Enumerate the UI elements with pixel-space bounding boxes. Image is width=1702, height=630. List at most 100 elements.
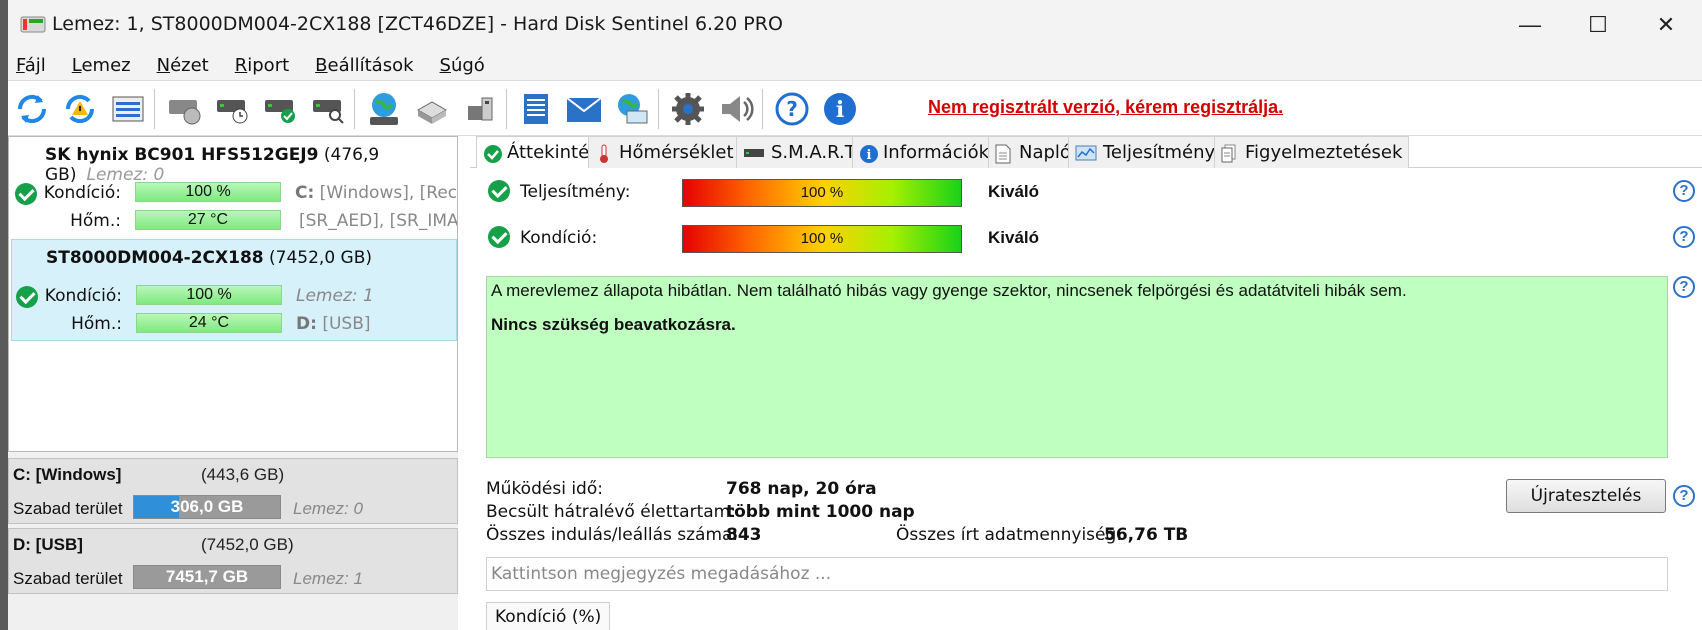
toolbar-separator <box>354 89 355 129</box>
volume-item-0[interactable]: C: [Windows] (443,6 GB) Szabad terület 3… <box>8 458 458 524</box>
external-drive-icon[interactable] <box>412 87 452 131</box>
maximize-button[interactable]: ☐ <box>1568 0 1628 50</box>
toolbar-separator <box>506 89 507 129</box>
refresh-icon[interactable] <box>12 87 52 131</box>
performance-bar: 100 % <box>682 179 962 207</box>
usb-drive-icon[interactable] <box>460 87 500 131</box>
disk-name: ST8000DM004-2CX188 (7452,0 GB) <box>46 248 373 268</box>
volume-size: (7452,0 GB) <box>201 535 294 554</box>
window-title: Lemez: 1, ST8000DM004-2CX188 [ZCT46DZE] … <box>52 13 783 35</box>
disk-search-icon[interactable] <box>308 87 348 131</box>
tab-figyelmeztetesek[interactable]: Figyelmeztetések <box>1214 136 1410 168</box>
partitions-info-2: [SR_AED], [SR_IMAG <box>299 211 457 231</box>
notepad-icon[interactable] <box>516 87 556 131</box>
tab-attekintes[interactable]: Áttekintés <box>476 136 606 168</box>
disk-item-1[interactable]: ST8000DM004-2CX188 (7452,0 GB) Kondíció:… <box>11 239 457 341</box>
app-icon <box>20 16 46 33</box>
right-pane: Áttekintés Hőmérséklet S.M.A.R.T. i Info… <box>470 136 1702 630</box>
status-description: A merevlemez állapota hibátlan. Nem talá… <box>486 276 1668 458</box>
uptime-label: Működési idő: <box>486 479 603 499</box>
partitions-info: D: [USB] <box>296 314 371 334</box>
condition-bar: 100 % <box>682 225 962 253</box>
thermometer-icon <box>595 144 613 163</box>
disk-name: SK hynix BC901 HFS512GEJ9 (476,9 GB) Leme… <box>45 145 380 185</box>
close-button[interactable]: ✕ <box>1636 0 1696 50</box>
help-icon[interactable]: ? <box>1673 226 1695 248</box>
tab-bar: Áttekintés Hőmérséklet S.M.A.R.T. i Info… <box>470 136 1702 168</box>
written-label: Összes írt adatmennyiség: <box>896 525 1122 545</box>
condition-bar: 100 % <box>136 285 282 305</box>
disk-ok-icon[interactable] <box>260 87 300 131</box>
chart-icon <box>1075 144 1097 162</box>
app-window: Lemez: 1, ST8000DM004-2CX188 [ZCT46DZE] … <box>8 0 1702 630</box>
refresh-warning-icon[interactable] <box>60 87 100 131</box>
title-bar: Lemez: 1, ST8000DM004-2CX188 [ZCT46DZE] … <box>8 0 1702 50</box>
network-globe-icon[interactable] <box>364 87 404 131</box>
tab-smart[interactable]: S.M.A.R.T. <box>736 136 867 168</box>
toolbar-separator <box>154 89 155 129</box>
svg-text:i: i <box>867 148 872 163</box>
help-icon[interactable]: ? <box>1673 180 1695 202</box>
toolbar-separator <box>658 89 659 129</box>
info-icon: i <box>859 144 878 163</box>
condition-chart-tab[interactable]: Kondíció (%) <box>486 602 611 630</box>
warnings-icon <box>1221 144 1239 162</box>
menu-sugo[interactable]: Súgó <box>440 55 485 76</box>
volume-disk: Lemez: 1 <box>293 569 363 588</box>
info-icon[interactable]: i <box>820 87 860 131</box>
free-space-bar: 306,0 GB <box>133 495 281 519</box>
note-input[interactable]: Kattintson megjegyzés megadásához ... <box>486 557 1668 591</box>
help-icon[interactable]: ? <box>1673 485 1695 507</box>
disk-surface-icon[interactable] <box>164 87 204 131</box>
free-space-label: Szabad terület <box>13 569 123 588</box>
retest-button[interactable]: Újratesztelés <box>1506 479 1666 513</box>
menu-lemez[interactable]: Lemez <box>72 55 131 76</box>
menu-riport[interactable]: Riport <box>235 55 289 76</box>
document-icon <box>995 144 1013 163</box>
check-icon <box>483 144 502 163</box>
performance-rating: Kiváló <box>988 182 1040 201</box>
drive-icon <box>743 144 765 162</box>
condition-bar: 100 % <box>135 182 281 202</box>
lifetime-value: több mint 1000 nap <box>726 502 915 522</box>
free-space-label: Szabad terület <box>13 499 123 518</box>
tab-informaciok[interactable]: i Információk <box>852 136 997 168</box>
disk-list: SK hynix BC901 HFS512GEJ9 (476,9 GB) Leme… <box>8 136 458 452</box>
left-pane: SK hynix BC901 HFS512GEJ9 (476,9 GB) Leme… <box>8 136 458 630</box>
menu-nezet[interactable]: Nézet <box>157 55 209 76</box>
partitions-info: C: [Windows], [Reco <box>295 183 457 203</box>
toolbar-separator <box>762 89 763 129</box>
performance-ok-icon <box>488 180 510 202</box>
gear-icon[interactable] <box>668 87 708 131</box>
toolbar: ? i Nem regisztrált verzió, kérem regisz… <box>8 80 1702 136</box>
report-icon[interactable] <box>108 87 148 131</box>
volume-name: D: [USB] <box>13 535 83 554</box>
volume-size: (443,6 GB) <box>201 465 285 484</box>
startstop-value: 843 <box>726 525 762 545</box>
help-icon[interactable]: ? <box>1673 276 1695 298</box>
condition-label: Kondíció: <box>44 286 122 306</box>
menu-beallitasok[interactable]: Beállítások <box>315 55 413 76</box>
svg-text:i: i <box>836 97 844 123</box>
tab-naplo[interactable]: Napló <box>988 136 1078 168</box>
performance-label: Teljesítmény: <box>520 182 631 202</box>
monitor-globe-icon[interactable] <box>612 87 652 131</box>
tab-homerseklet[interactable]: Hőmérséklet <box>588 136 741 168</box>
disk-schedule-icon[interactable] <box>212 87 252 131</box>
temperature-bar: 27 °C <box>135 210 281 230</box>
condition-ok-icon <box>488 226 510 248</box>
help-icon[interactable]: ? <box>772 87 812 131</box>
condition-rating: Kiváló <box>988 228 1040 247</box>
temperature-bar: 24 °C <box>136 313 282 333</box>
uptime-value: 768 nap, 20 óra <box>726 479 877 499</box>
minimize-button[interactable]: — <box>1500 0 1560 50</box>
free-space-bar: 7451,7 GB <box>133 565 281 589</box>
register-link[interactable]: Nem regisztrált verzió, kérem regisztrál… <box>928 97 1283 118</box>
disk-item-0[interactable]: SK hynix BC901 HFS512GEJ9 (476,9 GB) Leme… <box>11 137 457 239</box>
menu-fajl[interactable]: Fájl <box>16 55 46 76</box>
temperature-label: Hőm.: <box>71 314 122 334</box>
tab-teljesitmeny[interactable]: Teljesítmény <box>1068 136 1223 168</box>
email-icon[interactable] <box>564 87 604 131</box>
volume-item-1[interactable]: D: [USB] (7452,0 GB) Szabad terület 7451… <box>8 528 458 594</box>
speaker-icon[interactable] <box>716 87 756 131</box>
